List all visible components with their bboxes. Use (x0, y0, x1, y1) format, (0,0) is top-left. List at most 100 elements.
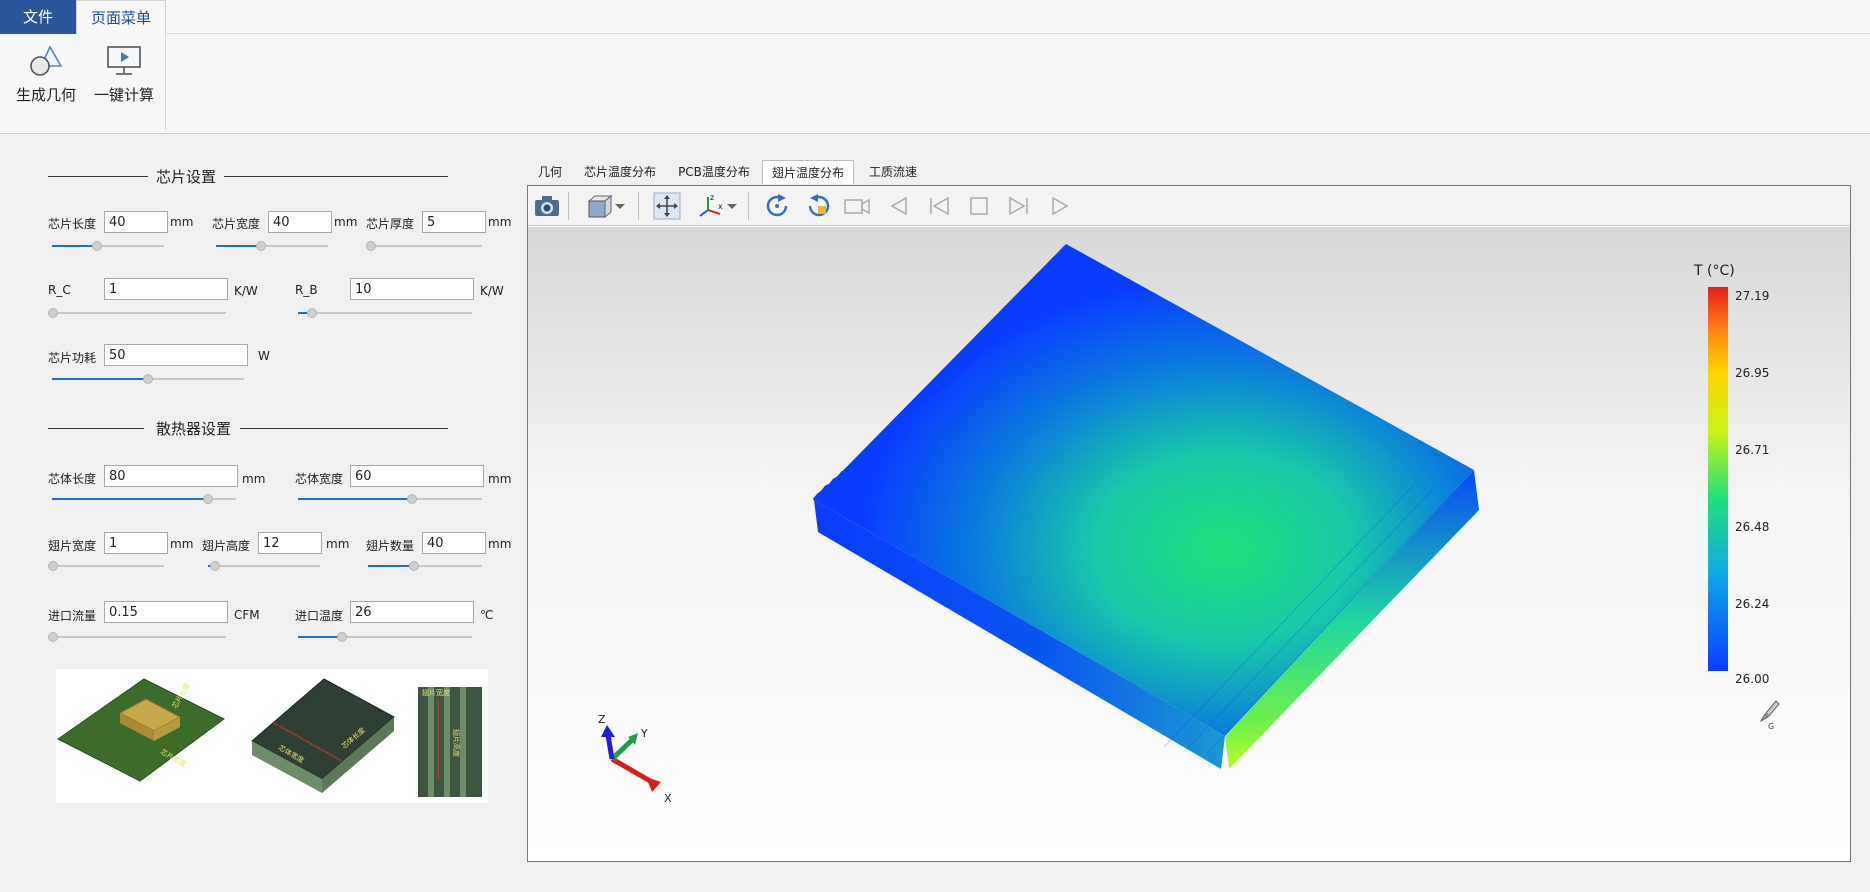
chip-thickness-label: 芯片厚度 (366, 217, 415, 231)
slider-thumb[interactable] (48, 308, 58, 318)
fit-view-icon[interactable] (652, 192, 682, 220)
first-frame-icon[interactable] (924, 192, 954, 220)
body-width-slider[interactable] (298, 494, 482, 504)
slider-track (48, 565, 164, 567)
viewer-toolbar: zx (528, 186, 1850, 226)
video-icon[interactable] (842, 192, 872, 220)
r-b-input[interactable] (350, 278, 474, 300)
tab-file[interactable]: 文件 (0, 0, 76, 34)
chip-power-unit: W (258, 349, 270, 363)
pointer-cursor-icon: G (1759, 700, 1780, 731)
fin-height-input[interactable] (258, 532, 322, 554)
slider-thumb[interactable] (255, 241, 266, 251)
legend-tick: 26.95 (1735, 366, 1770, 380)
chip-width-input[interactable] (268, 211, 332, 233)
fin-height-slider[interactable] (208, 561, 320, 571)
body-length-label: 芯体长度 (48, 472, 97, 486)
tab-fluid-velocity[interactable]: 工质流速 (862, 160, 924, 184)
slider-thumb[interactable] (209, 561, 220, 571)
generate-geometry-button[interactable]: 生成几何 (8, 44, 84, 105)
rotate-cw-icon[interactable] (762, 192, 792, 220)
slider-thumb[interactable] (366, 241, 376, 251)
r-b-slider[interactable] (298, 308, 472, 318)
fin-height-unit: mm (326, 537, 350, 551)
rotate-ccw-icon[interactable] (804, 192, 834, 220)
chip-power-input[interactable] (104, 344, 248, 366)
chip-length-unit: mm (170, 215, 194, 229)
body-width-input[interactable] (350, 465, 484, 487)
tab-chip-temperature[interactable]: 芯片温度分布 (578, 160, 662, 184)
slider-thumb[interactable] (143, 374, 153, 384)
chip-length-slider[interactable] (52, 241, 164, 251)
last-frame-icon[interactable] (1004, 192, 1034, 220)
chip-width-label: 芯片宽度 (212, 217, 261, 231)
legend-title: T (°C) (1693, 263, 1735, 279)
chip-section-header: 芯片设置 (48, 166, 448, 186)
chip-thickness-slider[interactable] (366, 241, 482, 251)
color-legend: T (°C) (1693, 263, 1735, 671)
r-c-slider[interactable] (48, 308, 226, 318)
r-c-unit: K/W (234, 284, 258, 298)
fin-count-slider[interactable] (368, 561, 482, 571)
axes-icon[interactable]: zx (696, 192, 726, 220)
ribbon-group: 生成几何 一键计算 (0, 34, 166, 130)
one-click-compute-button[interactable]: 一键计算 (86, 44, 162, 105)
fin-width-unit: mm (170, 537, 194, 551)
slider-thumb[interactable] (48, 632, 58, 642)
fin-height-label: 翅片高度 (202, 539, 251, 553)
tab-geometry[interactable]: 几何 (530, 160, 570, 184)
slider-thumb[interactable] (336, 632, 347, 642)
inlet-flow-slider[interactable] (48, 632, 226, 642)
inlet-temp-slider[interactable] (298, 632, 472, 642)
r-c-input[interactable] (104, 278, 228, 300)
legend-tick: 26.24 (1735, 597, 1770, 611)
one-click-compute-label: 一键计算 (93, 86, 154, 104)
slider-thumb[interactable] (407, 494, 418, 504)
stop-icon[interactable] (964, 192, 994, 220)
inlet-flow-label: 进口流量 (48, 609, 97, 623)
body-length-slider[interactable] (52, 494, 236, 504)
inlet-temp-input[interactable] (350, 601, 474, 623)
chip-power-label: 芯片功耗 (48, 351, 97, 365)
diagram-label-fin-width: 翅片宽度 (422, 688, 450, 697)
body-width-unit: mm (488, 472, 512, 486)
prev-icon[interactable] (884, 192, 914, 220)
fin-width-input[interactable] (104, 532, 168, 554)
heat-sink-top-face (814, 244, 1474, 736)
chip-length-input[interactable] (104, 211, 168, 233)
3d-canvas[interactable]: Z Y X T (°C) G 27.19 26.95 26.71 26.48 2… (528, 227, 1850, 861)
slider-thumb[interactable] (91, 241, 102, 251)
fin-count-input[interactable] (422, 532, 486, 554)
chip-section-title: 芯片设置 (156, 168, 217, 186)
ribbon-body: 生成几何 一键计算 (0, 34, 1870, 134)
camera-icon[interactable] (532, 192, 562, 220)
heat-sink-temperature-render: Z Y X T (°C) G (598, 244, 1780, 805)
tab-pcb-temperature[interactable]: PCB温度分布 (670, 160, 758, 184)
fin-width-slider[interactable] (48, 561, 164, 571)
slider-thumb[interactable] (203, 494, 214, 504)
inlet-flow-input[interactable] (104, 601, 228, 623)
dropdown-icon[interactable] (612, 192, 628, 220)
toolbar-separator (638, 192, 639, 220)
chip-length-label: 芯片长度 (48, 217, 97, 231)
chip-width-slider[interactable] (216, 241, 328, 251)
cube-view-icon[interactable] (584, 192, 614, 220)
sink-section-header: 散热器设置 (48, 418, 448, 438)
chip-power-slider[interactable] (52, 374, 244, 384)
svg-text:x: x (718, 202, 723, 211)
chip-thickness-input[interactable] (422, 211, 486, 233)
monitor-icon (107, 46, 141, 75)
slider-fill (52, 378, 148, 380)
slider-thumb[interactable] (48, 561, 58, 571)
tab-page-menu[interactable]: 页面菜单 (76, 0, 166, 35)
body-length-input[interactable] (104, 465, 238, 487)
dropdown-icon[interactable] (724, 192, 740, 220)
slider-thumb[interactable] (408, 561, 419, 571)
play-icon[interactable] (1044, 192, 1074, 220)
ribbon-tab-bar: 文件 页面菜单 (0, 0, 1870, 35)
slider-thumb[interactable] (306, 308, 317, 318)
toolbar-separator (568, 192, 569, 220)
axis-y-label: Y (640, 727, 648, 740)
sink-section-title: 散热器设置 (156, 420, 232, 438)
tab-fin-temperature[interactable]: 翅片温度分布 (762, 160, 854, 184)
